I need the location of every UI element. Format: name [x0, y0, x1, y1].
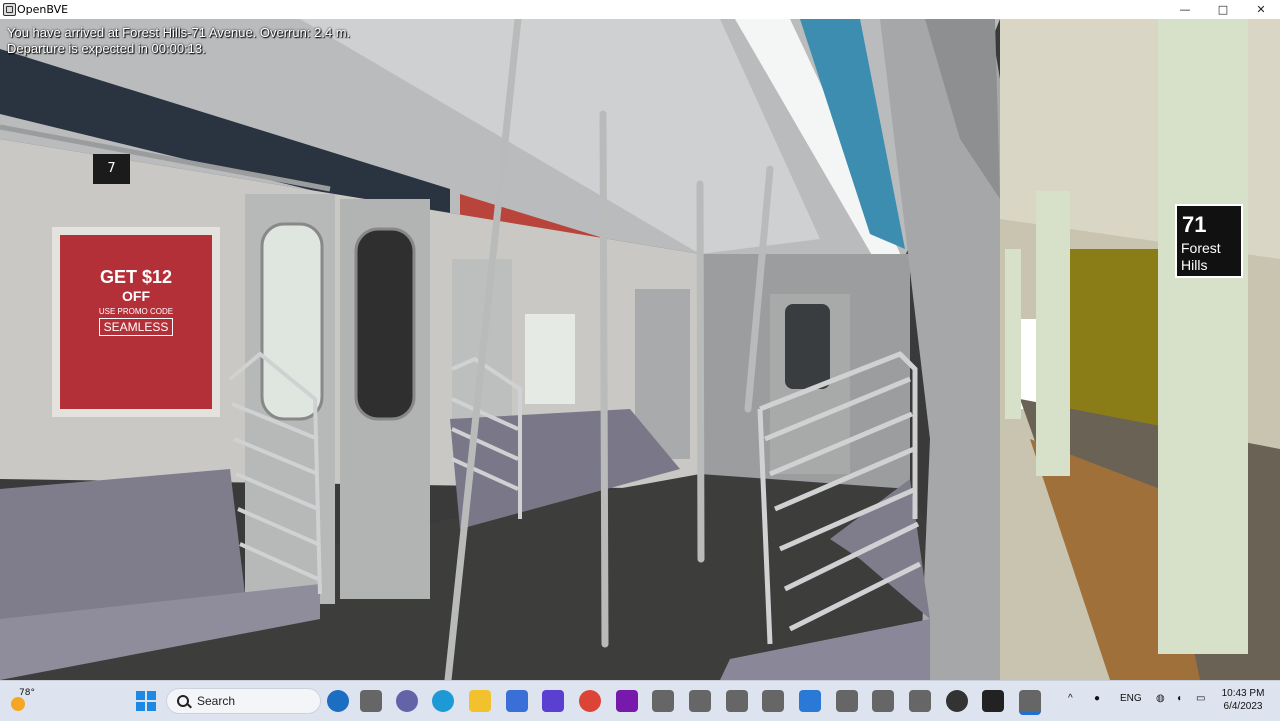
clock-date: 6/4/2023 — [1223, 701, 1263, 712]
door-sticker: 7 — [93, 154, 130, 184]
station-sign-name: Forest Hills — [1181, 240, 1221, 274]
chevron-up-icon[interactable]: ^ — [1068, 693, 1073, 704]
openbve-icon[interactable] — [762, 690, 784, 712]
station-sign-line1: Forest — [1181, 240, 1221, 256]
openbve-active-icon[interactable] — [1019, 690, 1041, 715]
hud-departure-text: Departure is expected in 00:00:13. — [7, 41, 206, 56]
station-sign-number: 71 — [1182, 212, 1207, 237]
openbve-icon[interactable] — [836, 690, 858, 712]
windows-start-icon[interactable] — [136, 691, 156, 711]
onenote-icon[interactable] — [616, 690, 638, 712]
weather-temp: 78° — [19, 688, 35, 698]
poster-line2: OFF — [122, 288, 150, 304]
weather-widget[interactable]: 78° — [8, 687, 38, 715]
search-icon — [177, 695, 189, 707]
volume-icon[interactable]: ◖ — [1176, 693, 1182, 704]
clock-time: 10:43 PM — [1221, 688, 1265, 699]
simulator-viewport[interactable]: You have arrived at Forest Hills-71 Aven… — [0, 19, 1280, 680]
station-sign: 71 Forest Hills — [1175, 204, 1243, 278]
tool-icon[interactable] — [799, 690, 821, 712]
window-title: OpenBVE — [17, 3, 69, 16]
taskbar-search-box[interactable]: Search — [166, 688, 321, 714]
edge-icon[interactable] — [432, 690, 454, 712]
clock[interactable]: 10:43 PM 6/4/2023 — [1210, 687, 1276, 713]
editor-icon[interactable] — [542, 690, 564, 712]
file-explorer-icon[interactable] — [469, 690, 491, 712]
terminal-icon[interactable] — [982, 690, 1004, 712]
task-view-icon[interactable] — [360, 690, 382, 712]
record-icon[interactable] — [946, 690, 968, 712]
openbve-icon[interactable] — [652, 690, 674, 712]
hud-message: You have arrived at Forest Hills-71 Aven… — [7, 25, 350, 57]
maximize-button[interactable]: □ — [1204, 0, 1242, 19]
taskbar: 78° Search ^ ● ENG ◍ ◖ ▭ 10:43 PM 6/4/20… — [0, 680, 1280, 721]
poster-line1: GET $12 — [99, 267, 173, 287]
poster-line4: SEAMLESS — [98, 318, 174, 336]
minimize-button[interactable]: — — [1166, 0, 1204, 19]
language-indicator[interactable]: ENG — [1120, 693, 1142, 704]
subway-car-interior-scene — [0, 19, 1280, 680]
network-icon[interactable]: ◍ — [1156, 693, 1165, 704]
chrome-icon[interactable] — [579, 690, 601, 712]
title-bar: OpenBVE — □ ✕ — [0, 0, 1280, 20]
microphone-icon[interactable]: ● — [1094, 693, 1100, 704]
openbve-icon[interactable] — [689, 690, 711, 712]
ad-poster-text: GET $12 OFF USE PROMO CODE SEAMLESS — [70, 267, 202, 336]
openbve-app-icon — [3, 3, 16, 16]
battery-icon[interactable]: ▭ — [1196, 693, 1205, 704]
search-placeholder: Search — [197, 694, 236, 708]
close-button[interactable]: ✕ — [1242, 0, 1280, 19]
teams-chat-icon[interactable] — [396, 690, 418, 712]
openbve-icon[interactable] — [872, 690, 894, 712]
openbve-icon[interactable] — [909, 690, 931, 712]
bing-icon[interactable] — [327, 690, 349, 712]
hud-arrival-text: You have arrived at Forest Hills-71 Aven… — [7, 25, 351, 40]
openbve-icon[interactable] — [726, 690, 748, 712]
weather-sun-icon — [11, 697, 25, 711]
poster-line3: USE PROMO CODE — [98, 307, 174, 316]
store-icon[interactable] — [506, 690, 528, 712]
station-sign-line2: Hills — [1181, 257, 1208, 273]
